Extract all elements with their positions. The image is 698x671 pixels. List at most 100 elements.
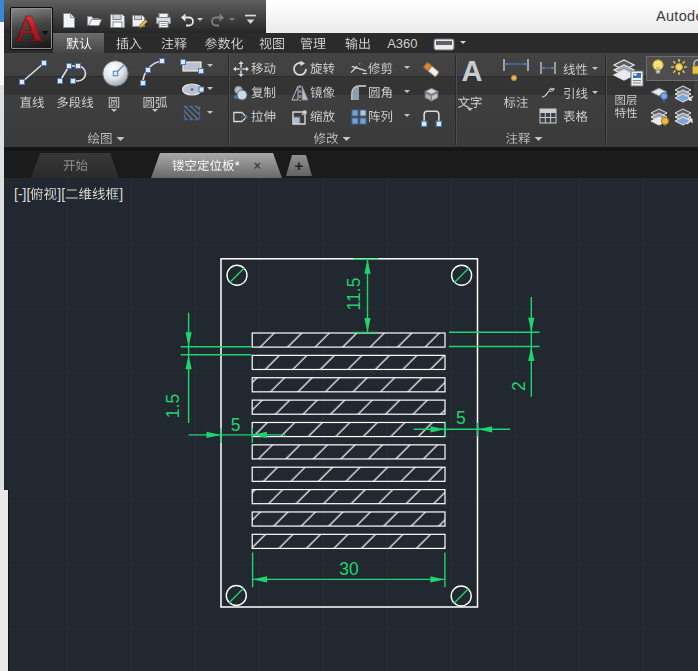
qat-menu-button[interactable] <box>244 12 257 26</box>
move-tool-label[interactable] <box>251 61 276 75</box>
new-file-button[interactable] <box>60 12 77 29</box>
text-icon[interactable]: A <box>457 56 487 86</box>
stretch-icon[interactable] <box>232 108 250 126</box>
array-tool-label[interactable] <box>368 109 393 123</box>
undo-dropdown-icon[interactable] <box>197 18 203 24</box>
line-icon[interactable] <box>16 57 50 87</box>
linear-dim-dropdown-icon[interactable] <box>592 67 598 73</box>
undo-button[interactable] <box>178 12 195 29</box>
circle-tool-label[interactable] <box>108 95 121 109</box>
leader-icon[interactable] <box>539 85 557 99</box>
drawing-canvas[interactable]: 11.521.55530 [-][][] <box>4 178 698 671</box>
panel-title-3[interactable] <box>506 130 543 147</box>
hatched-slot[interactable] <box>252 445 445 459</box>
line-tool-label[interactable] <box>20 95 45 109</box>
explode-icon[interactable] <box>421 83 442 104</box>
ribbon-tab-4[interactable] <box>204 33 243 53</box>
arc-dropdown-icon[interactable] <box>152 109 158 115</box>
dimension-2[interactable]: 2 <box>449 297 540 397</box>
layer-properties-icon[interactable] <box>611 57 645 89</box>
trim-dropdown-icon[interactable] <box>404 66 410 72</box>
fillet-icon[interactable] <box>350 84 368 102</box>
pedit-icon[interactable] <box>421 107 442 128</box>
dimension-tool-label[interactable] <box>503 95 528 109</box>
ribbon-tab-8[interactable]: A360 <box>387 33 417 53</box>
ellipse-icon[interactable] <box>180 82 204 97</box>
ribbon-tab-6[interactable] <box>300 33 326 53</box>
printer-button[interactable] <box>155 12 172 29</box>
layer-move-icon[interactable] <box>673 108 695 126</box>
hatch-icon[interactable] <box>182 104 202 122</box>
circle-dropdown-icon[interactable] <box>111 109 117 115</box>
save-button[interactable] <box>109 12 126 29</box>
array-icon[interactable] <box>350 108 368 126</box>
ribbon-display-dropdown-icon[interactable] <box>460 41 466 47</box>
polyline-tool-label[interactable] <box>56 95 94 109</box>
layer-freeze-icon[interactable] <box>649 108 671 126</box>
file-tab-1[interactable] <box>31 153 119 178</box>
hatched-slot[interactable] <box>252 400 445 414</box>
trim-icon[interactable] <box>350 60 368 78</box>
dimension-1.5[interactable]: 1.5 <box>163 313 252 423</box>
polyline-icon[interactable] <box>55 57 95 87</box>
ribbon-tab-3[interactable] <box>161 33 187 53</box>
dimension-30[interactable]: 30 <box>253 553 445 588</box>
rectangle-icon[interactable] <box>180 59 204 74</box>
mirror-icon[interactable] <box>291 84 309 102</box>
layer-thaw-sun-icon[interactable] <box>670 58 688 76</box>
file-tab-2[interactable]: *× <box>151 153 282 178</box>
mirror-tool-label[interactable] <box>310 85 335 99</box>
circle-icon[interactable] <box>100 58 131 89</box>
stretch-tool-label[interactable] <box>251 109 276 123</box>
layer-lock-icon[interactable] <box>689 58 698 76</box>
redo-dropdown-icon[interactable] <box>229 18 235 24</box>
ribbon-tab-7[interactable] <box>345 33 371 53</box>
dimension-icon[interactable] <box>501 57 531 85</box>
text-dropdown-icon[interactable] <box>467 108 473 114</box>
linear-dim-tool-label[interactable] <box>563 62 588 76</box>
layer-walk-icon[interactable] <box>673 85 695 103</box>
dimension-11.5[interactable]: 11.5 <box>344 259 379 333</box>
copy-tool-label[interactable] <box>251 85 276 99</box>
layer-properties-label-1[interactable] <box>615 93 638 106</box>
save-as-button[interactable] <box>131 12 148 29</box>
panel-title-1[interactable] <box>88 130 125 147</box>
hatched-slot[interactable] <box>252 378 445 392</box>
arc-tool-label[interactable] <box>143 95 168 109</box>
hatched-slot[interactable] <box>252 490 445 504</box>
hatched-slot[interactable] <box>252 534 445 548</box>
hatched-slot[interactable] <box>252 512 445 526</box>
layer-on-bulb-icon[interactable] <box>649 58 667 76</box>
scale-icon[interactable] <box>291 108 309 126</box>
erase-icon[interactable] <box>421 59 442 80</box>
copy-icon[interactable] <box>232 84 250 102</box>
viewport-controls[interactable]: [-][][] <box>14 186 123 202</box>
hatched-slot[interactable] <box>252 355 445 369</box>
ribbon-tab-2[interactable] <box>116 33 142 53</box>
hatched-slot[interactable] <box>252 467 445 481</box>
array-dropdown-icon[interactable] <box>404 114 410 120</box>
text-tool-label[interactable] <box>458 95 483 109</box>
ribbon-tab-5[interactable] <box>259 33 285 53</box>
scale-tool-label[interactable] <box>310 109 335 123</box>
table-tool-label[interactable] <box>563 109 588 123</box>
leader-tool-label[interactable] <box>563 86 588 100</box>
rotate-icon[interactable] <box>291 60 309 78</box>
hatched-slot[interactable] <box>252 333 445 347</box>
ribbon-tab-1[interactable] <box>66 33 92 53</box>
rectangle-dropdown-icon[interactable] <box>207 64 213 70</box>
fillet-tool-label[interactable] <box>368 85 393 99</box>
ellipse-dropdown-icon[interactable] <box>207 87 213 93</box>
redo-button[interactable] <box>210 12 227 29</box>
layer-properties-label-2[interactable] <box>615 106 638 119</box>
trim-tool-label[interactable] <box>368 61 393 75</box>
arc-icon[interactable] <box>138 56 172 88</box>
application-menu-button[interactable]: A <box>10 7 53 50</box>
rotate-tool-label[interactable] <box>310 61 335 75</box>
layer-isolate-icon[interactable] <box>649 85 671 103</box>
fillet-dropdown-icon[interactable] <box>404 90 410 96</box>
ribbon-display-toggle[interactable] <box>433 37 455 50</box>
file-tab-close-icon[interactable]: × <box>254 159 261 173</box>
hatch-dropdown-icon[interactable] <box>207 111 213 117</box>
panel-title-2[interactable] <box>313 130 350 147</box>
